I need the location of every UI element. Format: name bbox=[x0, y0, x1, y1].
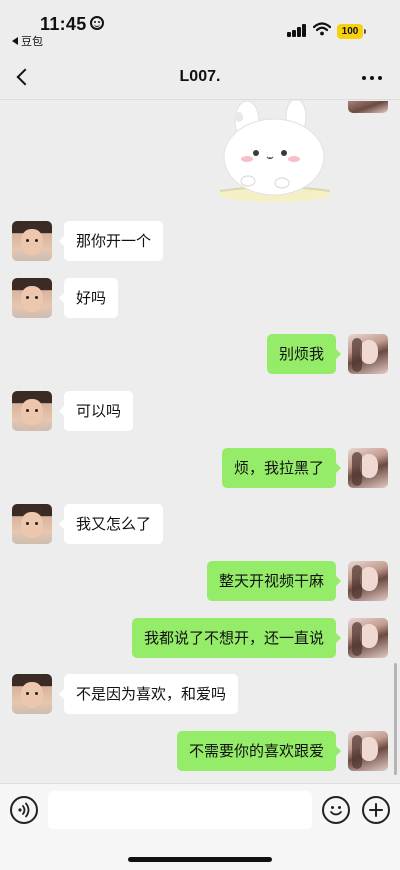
avatar-self[interactable] bbox=[348, 334, 388, 374]
status-bar: 11:45 豆包 100 bbox=[0, 0, 400, 52]
avatar-partial[interactable] bbox=[348, 101, 388, 113]
avatar-contact[interactable] bbox=[12, 278, 52, 318]
more-icon[interactable] bbox=[362, 76, 384, 82]
avatar-contact[interactable] bbox=[12, 221, 52, 261]
message-bubble-outgoing[interactable]: 不需要你的喜欢跟爱 bbox=[176, 731, 342, 771]
back-triangle-icon bbox=[12, 37, 18, 45]
avatar-contact[interactable] bbox=[12, 674, 52, 714]
message-bubble-outgoing[interactable]: 我都说了不想开，还一直说 bbox=[131, 618, 342, 658]
avatar-self[interactable] bbox=[348, 618, 388, 658]
message-bubble-incoming[interactable]: 好吗 bbox=[58, 278, 119, 318]
smiley-icon bbox=[90, 16, 104, 30]
message-bubble-outgoing[interactable]: 别烦我 bbox=[266, 334, 342, 374]
battery-icon: 100 bbox=[337, 24, 366, 39]
message-input[interactable] bbox=[48, 791, 312, 829]
bunny-sticker[interactable] bbox=[212, 101, 338, 203]
message-bubble-outgoing[interactable]: 烦，我拉黑了 bbox=[221, 448, 342, 488]
emoji-icon[interactable] bbox=[322, 796, 350, 824]
message-bubble-incoming[interactable]: 不是因为喜欢，和爱吗 bbox=[58, 674, 239, 714]
back-to-app[interactable]: 豆包 bbox=[12, 33, 43, 49]
scrollbar[interactable] bbox=[394, 663, 397, 775]
avatar-self[interactable] bbox=[348, 448, 388, 488]
avatar-contact[interactable] bbox=[12, 391, 52, 431]
plus-icon[interactable] bbox=[362, 796, 390, 824]
avatar-self[interactable] bbox=[348, 561, 388, 601]
message-bubble-incoming[interactable]: 可以吗 bbox=[58, 391, 134, 431]
message-bubble-outgoing[interactable]: 整天开视频干麻 bbox=[206, 561, 342, 601]
nav-bar: L007. bbox=[0, 52, 400, 100]
signal-icon bbox=[287, 24, 307, 37]
message-bubble-incoming[interactable]: 那你开一个 bbox=[58, 221, 164, 261]
avatar-contact[interactable] bbox=[12, 504, 52, 544]
voice-icon[interactable] bbox=[10, 796, 38, 824]
chat-area[interactable]: 那你开一个 好吗 别烦我 可以吗 烦，我拉黑了 我又怎么了 整天开视频干麻 我都… bbox=[0, 101, 400, 783]
chat-title: L007. bbox=[179, 68, 221, 85]
home-indicator[interactable] bbox=[128, 857, 272, 862]
input-bar bbox=[0, 783, 400, 870]
message-bubble-incoming[interactable]: 我又怎么了 bbox=[58, 504, 164, 544]
avatar-self[interactable] bbox=[348, 731, 388, 771]
back-app-label: 豆包 bbox=[21, 35, 43, 48]
status-time: 11:45 bbox=[40, 14, 87, 34]
wifi-icon bbox=[313, 22, 331, 36]
